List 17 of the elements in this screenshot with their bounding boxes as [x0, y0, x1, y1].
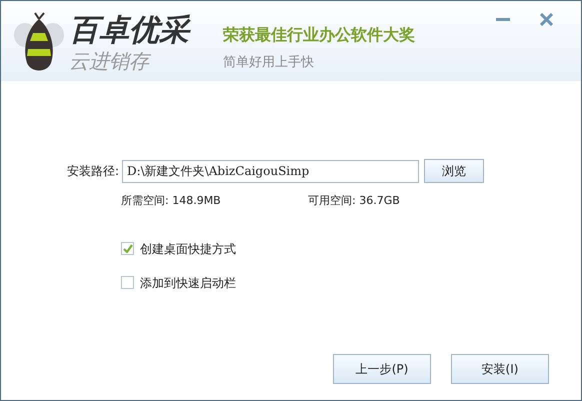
option-label: 添加到快速启动栏 — [140, 274, 236, 292]
option-label: 创建桌面快捷方式 — [140, 240, 236, 258]
close-icon[interactable] — [540, 13, 553, 26]
logo-title: 百卓优采 — [69, 13, 189, 49]
minimize-icon[interactable] — [496, 16, 510, 22]
slogan: 荣获最佳行业办公软件大奖 — [223, 24, 415, 46]
wizard-button[interactable]: 安装(I) — [451, 354, 549, 384]
wizard-button[interactable]: 上一步(P) — [333, 354, 431, 384]
logo-subtitle: 云进销存 — [69, 49, 189, 73]
checkbox[interactable] — [121, 242, 134, 255]
available-space: 可用空间: 36.7GB — [308, 193, 400, 209]
install-path-field[interactable]: D:\新建文件夹\AbizCaigouSimp — [122, 160, 419, 182]
browse-button[interactable]: 浏览 — [424, 159, 484, 183]
tagline: 简单好用上手快 — [223, 54, 315, 72]
required-space: 所需空间: 148.9MB — [121, 193, 222, 209]
checkbox[interactable] — [121, 276, 134, 289]
install-path-label: 安装路径: — [67, 163, 119, 180]
